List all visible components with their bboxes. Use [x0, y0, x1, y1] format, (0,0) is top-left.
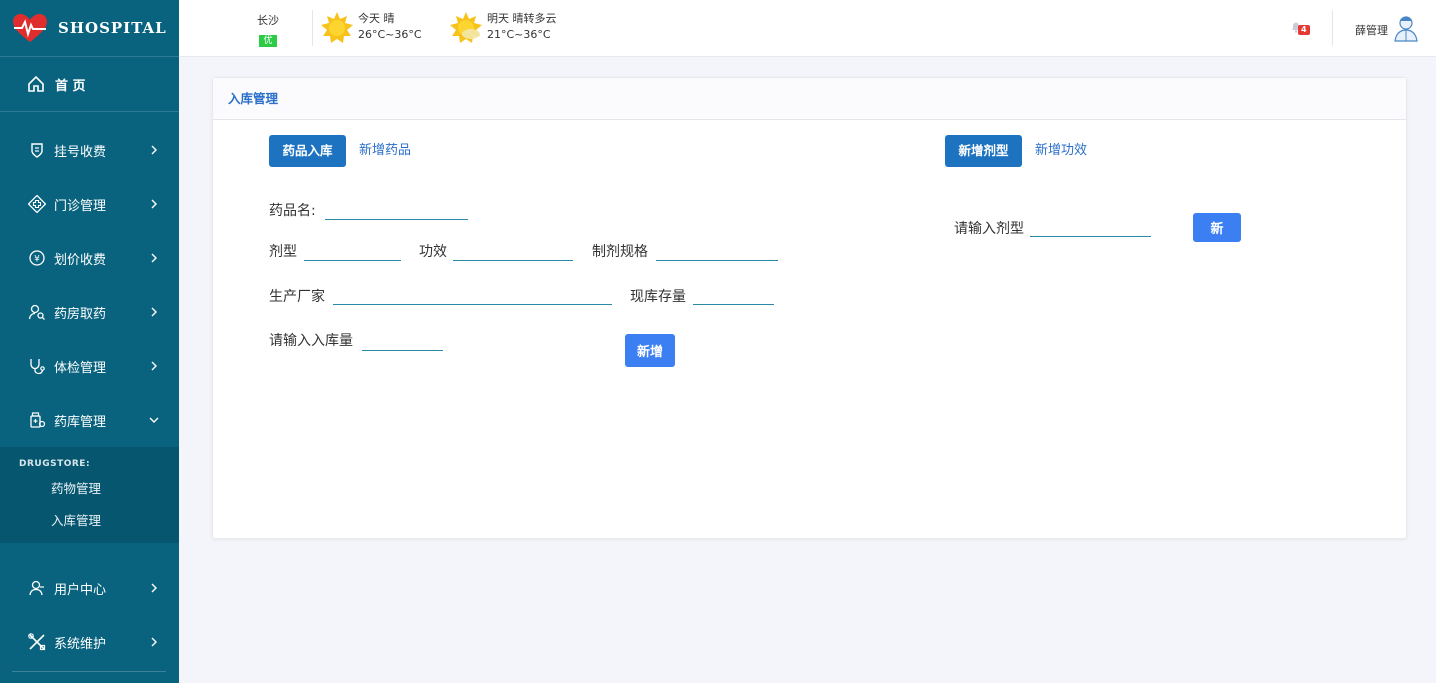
sidebar-item-label: 首 页	[55, 78, 86, 94]
drug-stock-in-button[interactable]: 药品入库	[269, 135, 346, 167]
heart-pulse-logo-icon	[13, 14, 47, 42]
user-name[interactable]: 薛管理	[1355, 22, 1388, 38]
home-icon	[28, 75, 44, 92]
header-divider	[312, 10, 313, 46]
add-button[interactable]: 新增	[625, 334, 675, 367]
sidebar-item-label: 系统维护	[54, 636, 107, 652]
chevron-right-icon	[151, 253, 157, 263]
weather-today: 今天 晴 26°C~36°C	[320, 11, 422, 45]
aqi-badge: 优	[259, 35, 277, 47]
submenu-item-drug-management[interactable]: 药物管理	[0, 473, 179, 505]
notification-badge: 4	[1298, 25, 1310, 35]
chevron-right-icon	[151, 637, 157, 647]
sidebar: SHOSPITAL 首 页 挂号收费 门诊管理 ¥ 划价收费 药房取药 体检管理…	[0, 0, 179, 683]
weather-tomorrow: 明天 晴转多云 21°C~36°C	[449, 11, 557, 45]
sidebar-item-home[interactable]: 首 页	[0, 57, 179, 112]
sidebar-item-label: 用户中心	[54, 582, 107, 598]
dosage-form-label: 剂型	[269, 244, 297, 260]
brand[interactable]: SHOSPITAL	[0, 0, 179, 57]
stock-label: 现库存量	[630, 289, 686, 305]
sidebar-item-label: 药库管理	[54, 414, 107, 430]
tools-icon	[27, 632, 47, 652]
quantity-input[interactable]	[362, 331, 443, 351]
submenu-title: DRUGSTORE:	[19, 459, 91, 469]
sidebar-item-label: 门诊管理	[54, 198, 107, 214]
chevron-right-icon	[151, 583, 157, 593]
medical-cross-icon	[27, 194, 47, 214]
card-title: 入库管理	[213, 78, 1406, 120]
sidebar-item-label: 挂号收费	[54, 144, 107, 160]
sidebar-item-drugstore[interactable]: 药库管理	[0, 393, 179, 447]
top-header: 长沙 优 今天 晴 26°C~36°C 明天 晴转多云 21°C~36°C 4 …	[179, 0, 1436, 57]
sidebar-item-pricing[interactable]: ¥ 划价收费	[0, 231, 179, 285]
add-drug-link[interactable]: 新增药品	[359, 135, 411, 167]
sidebar-menu-bottom: 用户中心 系统维护	[0, 561, 179, 669]
dosage-form-entry-label: 请输入剂型	[954, 221, 1024, 237]
dosage-form-input[interactable]	[304, 241, 401, 261]
user-icon	[27, 578, 47, 598]
avatar[interactable]	[1393, 14, 1419, 42]
shield-icon	[27, 140, 47, 160]
sidebar-item-label: 药房取药	[54, 306, 107, 322]
efficacy-input[interactable]	[453, 241, 573, 261]
add-efficacy-link[interactable]: 新增功效	[1035, 135, 1087, 167]
chevron-down-icon	[149, 417, 159, 423]
tomorrow-temp: 21°C~36°C	[487, 28, 551, 41]
chevron-right-icon	[151, 145, 157, 155]
sidebar-item-outpatient[interactable]: 门诊管理	[0, 177, 179, 231]
sidebar-item-registration[interactable]: 挂号收费	[0, 123, 179, 177]
spec-label: 制剂规格	[592, 244, 648, 260]
efficacy-label: 功效	[419, 244, 447, 260]
user-search-icon	[27, 302, 47, 322]
dosage-form-entry-input[interactable]	[1030, 217, 1151, 237]
sidebar-item-physical-exam[interactable]: 体检管理	[0, 339, 179, 393]
header-divider	[1332, 10, 1333, 46]
sidebar-divider	[12, 671, 166, 672]
sidebar-item-user-center[interactable]: 用户中心	[0, 561, 179, 615]
chevron-right-icon	[151, 307, 157, 317]
tomorrow-label: 明天 晴转多云	[487, 12, 557, 25]
manufacturer-label: 生产厂家	[269, 289, 325, 305]
city-name: 长沙	[257, 14, 279, 27]
stethoscope-icon	[27, 356, 47, 376]
chevron-right-icon	[151, 361, 157, 371]
city-weather: 长沙 优	[257, 12, 279, 47]
svg-text:¥: ¥	[34, 255, 40, 265]
sidebar-item-pharmacy[interactable]: 药房取药	[0, 285, 179, 339]
today-label: 今天 晴	[358, 12, 395, 25]
drug-name-input[interactable]	[325, 200, 468, 220]
today-temp: 26°C~36°C	[358, 28, 422, 41]
sidebar-item-label: 体检管理	[54, 360, 107, 376]
medicine-icon	[27, 410, 47, 430]
drug-name-label: 药品名:	[269, 203, 316, 219]
sidebar-item-label: 划价收费	[54, 252, 107, 268]
stock-input[interactable]	[693, 285, 774, 305]
yen-icon: ¥	[27, 248, 47, 268]
drugstore-submenu: DRUGSTORE: 药物管理 入库管理	[0, 447, 179, 543]
brand-name: SHOSPITAL	[58, 19, 167, 37]
quantity-label: 请输入入库量	[269, 333, 353, 349]
sun-icon	[321, 12, 353, 43]
sidebar-menu: 挂号收费 门诊管理 ¥ 划价收费 药房取药 体检管理 药库管理 DRUGSTOR…	[0, 112, 179, 543]
manufacturer-input[interactable]	[333, 285, 612, 305]
sidebar-item-system[interactable]: 系统维护	[0, 615, 179, 669]
add-dosage-form-button[interactable]: 新增剂型	[945, 135, 1022, 167]
submenu-item-stock-in[interactable]: 入库管理	[0, 505, 179, 537]
stock-in-card: 入库管理 药品入库 新增药品 新增剂型 新增功效 药品名: 剂型 功效 制剂规格…	[212, 77, 1407, 539]
sun-cloud-icon	[450, 12, 482, 43]
chevron-right-icon	[151, 199, 157, 209]
new-button[interactable]: 新	[1193, 213, 1241, 242]
spec-input[interactable]	[656, 241, 778, 261]
